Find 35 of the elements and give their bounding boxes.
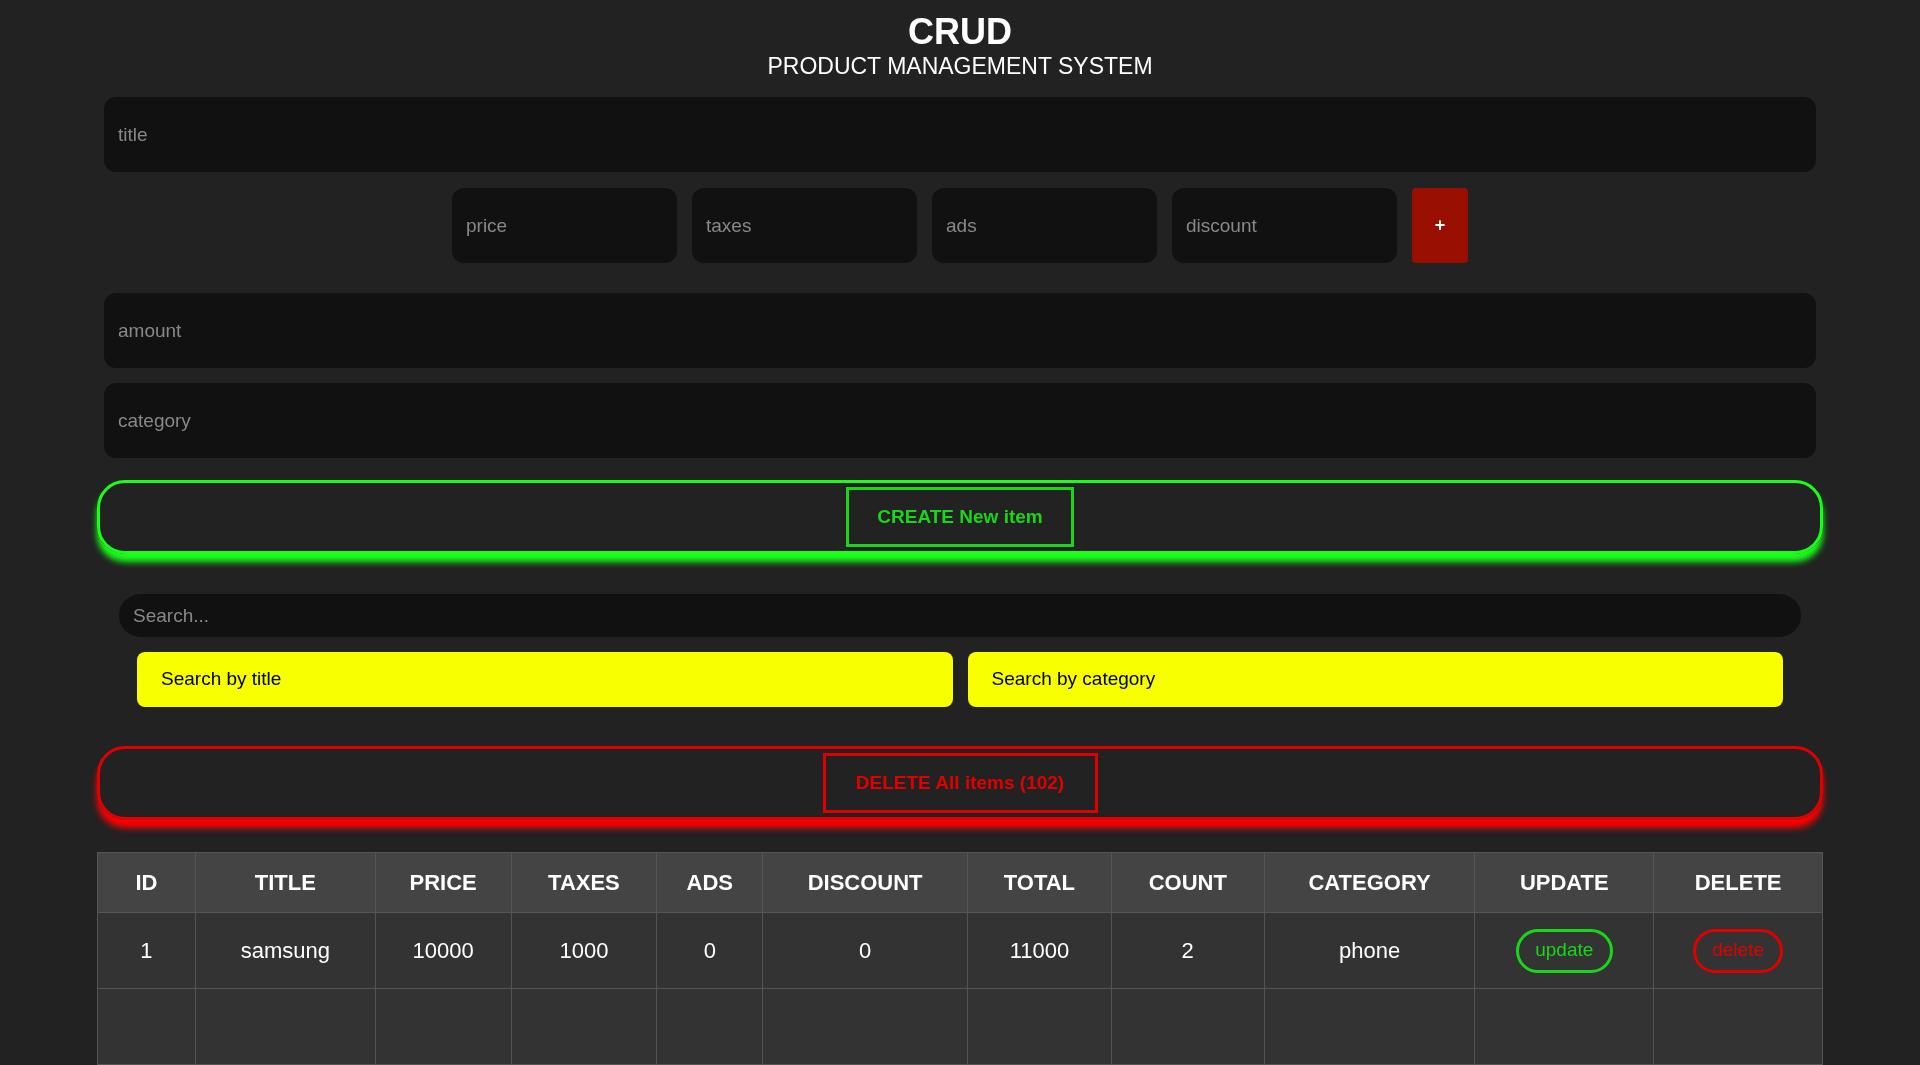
update-button[interactable]: update bbox=[1515, 928, 1613, 973]
column-header: ID bbox=[98, 853, 196, 912]
title-field[interactable]: title bbox=[104, 97, 1816, 172]
table-cell: 11000 bbox=[968, 913, 1112, 988]
table-cell: 1 bbox=[98, 913, 196, 988]
create-button[interactable]: CREATE New item bbox=[846, 487, 1074, 548]
table-cell: 2 bbox=[1111, 913, 1265, 988]
column-header: PRICE bbox=[375, 853, 512, 912]
column-header: TAXES bbox=[511, 853, 658, 912]
table-cell: 0 bbox=[763, 913, 968, 988]
column-header: CATEGORY bbox=[1264, 853, 1476, 912]
table-cell: 1000 bbox=[511, 913, 658, 988]
column-header: TOTAL bbox=[968, 853, 1112, 912]
column-header: ADS bbox=[657, 853, 764, 912]
search-mode-button[interactable]: Search by category bbox=[967, 651, 1783, 707]
price-field[interactable]: discount bbox=[1172, 188, 1397, 263]
amount-field[interactable]: amount bbox=[104, 293, 1816, 368]
search-field[interactable]: Search... bbox=[119, 594, 1801, 637]
table-cell: 10000 bbox=[375, 913, 512, 988]
column-header: COUNT bbox=[1111, 853, 1265, 912]
total-button[interactable]: + bbox=[1412, 188, 1468, 263]
price-field[interactable]: price bbox=[452, 188, 677, 263]
column-header: DISCOUNT bbox=[763, 853, 968, 912]
table-cell: phone bbox=[1264, 913, 1476, 988]
column-header: DELETE bbox=[1693, 869, 1783, 897]
price-field[interactable]: ads bbox=[932, 188, 1157, 263]
app-subtitle: PRODUCT MANAGEMENT SYSTEM bbox=[767, 52, 1153, 80]
category-field[interactable]: category bbox=[104, 383, 1816, 458]
search-mode-button[interactable]: Search by title bbox=[137, 651, 953, 707]
app-title: CRUD bbox=[908, 12, 1012, 52]
table-cell: samsung bbox=[195, 913, 376, 988]
column-header: UPDATE bbox=[1475, 853, 1655, 912]
table-cell: 0 bbox=[657, 913, 764, 988]
column-header: TITLE bbox=[195, 853, 376, 912]
price-field[interactable]: taxes bbox=[692, 188, 917, 263]
